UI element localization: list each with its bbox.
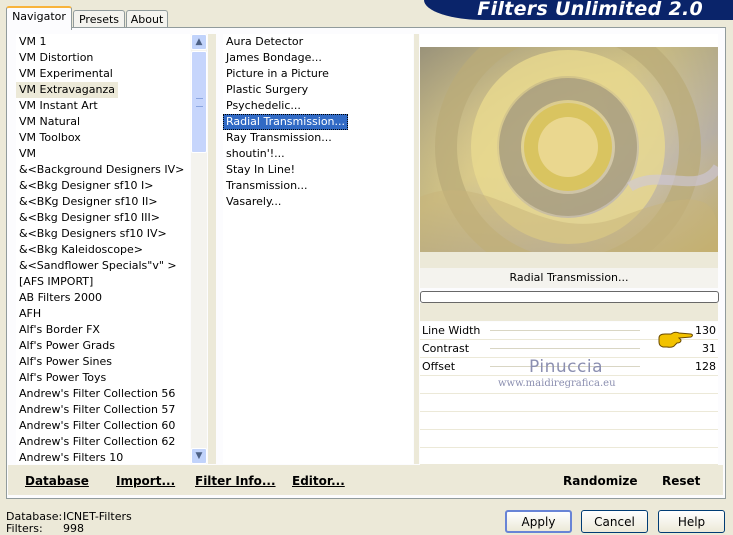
param-value[interactable]: 128 — [695, 360, 716, 373]
filter-item[interactable]: James Bondage... — [223, 50, 325, 66]
filter-item[interactable]: Aura Detector — [223, 34, 306, 50]
preview-graphic — [420, 47, 718, 252]
grip-icon — [196, 98, 203, 107]
chevron-up-icon: ▲ — [195, 37, 203, 47]
filter-item[interactable]: Plastic Surgery — [223, 82, 311, 98]
title-banner: Filters Unlimited 2.0 — [424, 0, 733, 20]
preview-divider — [414, 34, 419, 464]
slider-track[interactable] — [490, 348, 640, 349]
filter-item[interactable]: Vasarely... — [223, 194, 284, 210]
watermark-url: www.maidiregrafica.eu — [498, 378, 616, 389]
category-item[interactable]: Andrew's Filter Collection 56 — [16, 386, 178, 402]
apply-button[interactable]: Apply — [505, 510, 572, 533]
selected-filter-name: Radial Transmission... — [420, 268, 718, 288]
category-item[interactable]: Andrew's Filter Collection 62 — [16, 434, 178, 450]
reset-button[interactable]: Reset — [662, 474, 700, 488]
category-item[interactable]: &<Bkg Designers sf10 IV> — [16, 226, 170, 242]
category-item[interactable]: Andrew's Filter Collection 60 — [16, 418, 178, 434]
chevron-down-icon: ▼ — [195, 451, 203, 461]
category-item[interactable]: [AFS IMPORT] — [16, 274, 96, 290]
params-header-gap — [420, 303, 718, 321]
import-button[interactable]: Import... — [116, 474, 175, 488]
watermark-title: Pinuccia — [529, 357, 603, 377]
category-item[interactable]: Alf's Power Toys — [16, 370, 109, 386]
param-label: Offset — [422, 360, 456, 373]
randomize-button[interactable]: Randomize — [563, 474, 637, 488]
category-item[interactable]: Alf's Power Sines — [16, 354, 115, 370]
scroll-up-button[interactable]: ▲ — [191, 34, 207, 50]
param-row-empty — [420, 412, 718, 430]
category-item[interactable]: &<Bkg Designer sf10 III> — [16, 210, 163, 226]
progress-bar — [420, 291, 719, 303]
filter-item[interactable]: Psychedelic... — [223, 98, 304, 114]
filter-item[interactable]: Ray Transmission... — [223, 130, 335, 146]
help-button[interactable]: Help — [658, 510, 725, 533]
tab-about[interactable]: About — [126, 10, 168, 28]
category-item[interactable]: AFH — [16, 306, 44, 322]
filter-list[interactable]: Aura Detector James Bondage... Picture in … — [223, 34, 413, 464]
pointing-hand-icon — [657, 330, 695, 353]
param-row-empty — [420, 430, 718, 448]
param-label: Line Width — [422, 324, 481, 337]
tab-navigator[interactable]: Navigator — [6, 6, 72, 30]
category-item[interactable]: VM Instant Art — [16, 98, 101, 114]
filter-info-button[interactable]: Filter Info... — [195, 474, 276, 488]
category-item[interactable]: Andrew's Filter Collection 57 — [16, 402, 178, 418]
filter-item[interactable]: Stay In Line! — [223, 162, 298, 178]
category-item[interactable]: VM Distortion — [16, 50, 96, 66]
banner-title: Filters Unlimited 2.0 — [477, 0, 703, 20]
cancel-button[interactable]: Cancel — [581, 510, 648, 533]
database-button[interactable]: Database — [25, 474, 89, 488]
filter-item[interactable]: shoutin'!... — [223, 146, 288, 162]
list-divider — [208, 34, 216, 464]
category-item[interactable]: VM Extravaganza — [16, 82, 119, 98]
filter-item[interactable]: Picture in a Picture — [223, 66, 332, 82]
category-item[interactable]: &<Background Designers IV> — [16, 162, 187, 178]
category-scrollbar[interactable]: ▲ ▼ — [191, 34, 207, 464]
scroll-down-button[interactable]: ▼ — [191, 448, 207, 464]
category-item[interactable]: AB Filters 2000 — [16, 290, 105, 306]
category-item[interactable]: VM — [16, 146, 39, 162]
tab-presets[interactable]: Presets — [73, 10, 125, 28]
param-row-empty — [420, 394, 718, 412]
param-value[interactable]: 130 — [695, 324, 716, 337]
preview-image — [420, 47, 718, 252]
filters-count-value: 998 — [63, 522, 84, 535]
filter-item[interactable]: Transmission... — [223, 178, 311, 194]
filter-item[interactable]: Radial Transmission... — [223, 114, 349, 130]
category-item[interactable]: VM Toolbox — [16, 130, 84, 146]
category-item[interactable]: &<BKg Designer sf10 II> — [16, 194, 161, 210]
category-item[interactable]: VM 1 — [16, 34, 50, 50]
category-item[interactable]: &<Sandflower Specials"v" > — [16, 258, 180, 274]
category-item[interactable]: Andrew's Filters 10 — [16, 450, 126, 466]
param-row-empty — [420, 448, 718, 465]
category-item[interactable]: VM Experimental — [16, 66, 116, 82]
category-item[interactable]: &<Bkg Kaleidoscope> — [16, 242, 146, 258]
editor-button[interactable]: Editor... — [292, 474, 345, 488]
category-list[interactable]: VM 1 VM Distortion VM Experimental VM Extra… — [16, 34, 190, 464]
scroll-thumb[interactable] — [191, 51, 207, 153]
preview-top-margin — [420, 34, 718, 47]
category-item[interactable]: &<Bkg Designer sf10 I> — [16, 178, 157, 194]
param-value[interactable]: 31 — [702, 342, 716, 355]
category-item[interactable]: Alf's Power Grads — [16, 338, 118, 354]
param-label: Contrast — [422, 342, 470, 355]
category-item[interactable]: Alf's Border FX — [16, 322, 103, 338]
filters-count-label: Filters: — [6, 522, 43, 535]
preview-gap — [420, 252, 718, 268]
slider-track[interactable] — [490, 330, 640, 331]
category-item[interactable]: VM Natural — [16, 114, 83, 130]
